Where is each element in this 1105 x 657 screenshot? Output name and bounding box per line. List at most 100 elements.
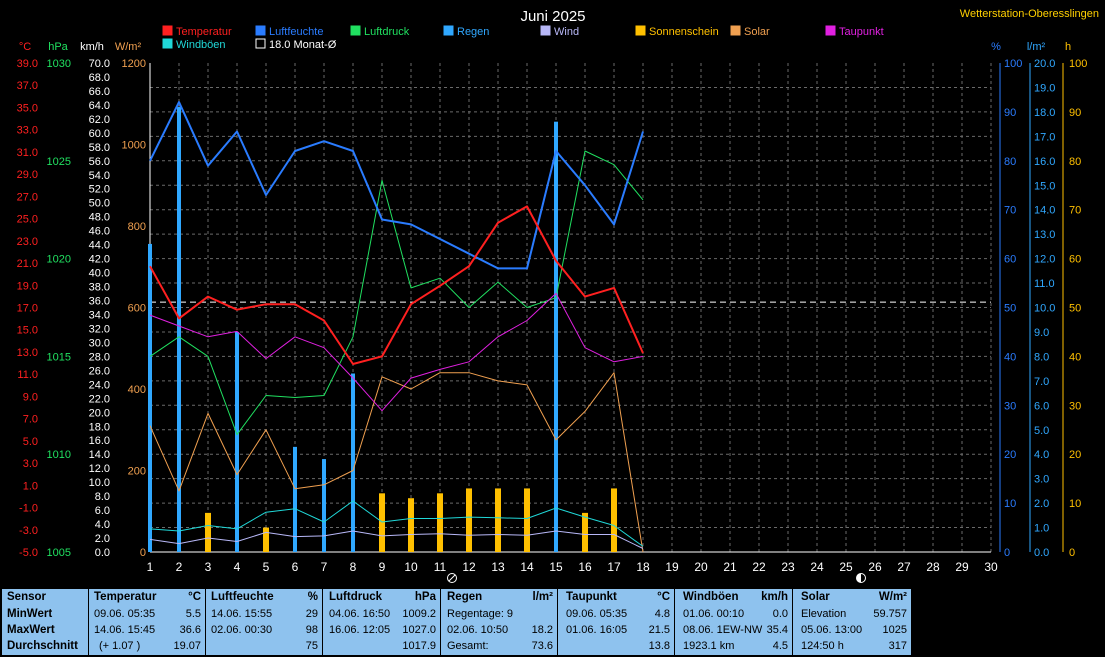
legend-swatch bbox=[162, 38, 173, 49]
rain-tick-label: 19.0 bbox=[1034, 82, 1055, 94]
legend-label: Sonnenschein bbox=[649, 26, 719, 38]
sun-tick-label: 30 bbox=[1069, 400, 1081, 412]
wind-tick-label: 42.0 bbox=[89, 254, 110, 266]
stats-solar-max-time: 05.06. 13:00 bbox=[801, 624, 863, 636]
stats-hum-header: Luftfeuchte bbox=[211, 591, 274, 603]
stats-press-unit: hPa bbox=[414, 591, 436, 603]
rain-tick-label: 13.0 bbox=[1034, 229, 1055, 241]
temp-tick-label: 23.0 bbox=[17, 236, 38, 248]
temp-tick-label: 25.0 bbox=[17, 214, 38, 226]
temp-tick-label: 15.0 bbox=[17, 325, 38, 337]
temp-tick-label: 5.0 bbox=[23, 436, 38, 448]
wind-tick-label: 26.0 bbox=[89, 365, 110, 377]
wind-tick-label: 2.0 bbox=[95, 533, 110, 545]
stats-table: Sensor MinWert MaxWert Durchschnitt Temp… bbox=[0, 587, 1105, 657]
humidity-tick-label: 50 bbox=[1004, 303, 1016, 315]
x-tick-label: 27 bbox=[897, 560, 911, 574]
x-tick-label: 12 bbox=[462, 560, 476, 574]
sun-tick-label: 20 bbox=[1069, 449, 1081, 461]
x-tick-label: 28 bbox=[926, 560, 940, 574]
stats-solar-avg: 317 bbox=[888, 640, 907, 652]
legend-swatch bbox=[825, 25, 836, 36]
stats-label-avg: Durchschnitt bbox=[7, 640, 78, 652]
wind-tick-label: 56.0 bbox=[89, 156, 110, 168]
rain-tick-label: 17.0 bbox=[1034, 131, 1055, 143]
sunshine-bar bbox=[582, 512, 588, 552]
stats-dew-min: 4.8 bbox=[654, 608, 670, 620]
stats-hum-max-time: 02.06. 00:30 bbox=[211, 624, 273, 636]
stats-gust-unit: km/h bbox=[761, 591, 788, 603]
solar-tick-label: 800 bbox=[128, 221, 146, 233]
sunshine-bar bbox=[611, 488, 617, 552]
stats-solar-elev-label: Elevation bbox=[801, 608, 847, 620]
wind-tick-label: 40.0 bbox=[89, 268, 110, 280]
temp-unit-label: °C bbox=[19, 41, 31, 53]
stats-rain-unit: l/m² bbox=[532, 591, 553, 603]
humidity-tick-label: 90 bbox=[1004, 107, 1016, 119]
rain-tick-label: 11.0 bbox=[1034, 278, 1055, 290]
x-tick-label: 9 bbox=[379, 560, 386, 574]
temp-tick-label: 35.0 bbox=[17, 102, 38, 114]
stats-temp-panel: Temperatur °C 09.06. 05:35 5.5 14.06. 15:4… bbox=[89, 589, 206, 655]
solar-tick-label: 0 bbox=[140, 547, 146, 559]
humidity-tick-label: 80 bbox=[1004, 156, 1016, 168]
sun-tick-label: 10 bbox=[1069, 498, 1081, 510]
wind-tick-label: 62.0 bbox=[89, 114, 110, 126]
rain-bar bbox=[148, 243, 152, 552]
pressure-tick-label: 1030 bbox=[47, 58, 71, 70]
stats-press-panel: Luftdruck hPa 04.06. 16:50 1009.2 16.06. 1… bbox=[323, 589, 441, 655]
stats-press-avg: 1017.9 bbox=[402, 640, 436, 652]
wind-tick-label: 38.0 bbox=[89, 282, 110, 294]
wind-tick-label: 60.0 bbox=[89, 128, 110, 140]
rain-tick-label: 12.0 bbox=[1034, 254, 1055, 266]
temp-tick-label: 11.0 bbox=[17, 369, 38, 381]
temp-tick-label: 37.0 bbox=[17, 80, 38, 92]
pressure-unit-label: hPa bbox=[48, 41, 68, 53]
wind-tick-label: 52.0 bbox=[89, 184, 110, 196]
stats-dew-avg: 13.8 bbox=[648, 640, 670, 652]
rain-tick-label: 20.0 bbox=[1034, 58, 1055, 70]
stats-rain-panel: Regen l/m² Regentage: 9 02.06. 10:50 18.2 … bbox=[441, 589, 558, 655]
chart-title: Juni 2025 bbox=[520, 8, 585, 25]
stats-temp-unit: °C bbox=[188, 591, 201, 603]
legend-swatch bbox=[540, 25, 551, 36]
wind-tick-label: 36.0 bbox=[89, 296, 110, 308]
stats-solar-hours: 124:50 h bbox=[801, 640, 844, 652]
sunshine-bar bbox=[466, 488, 472, 552]
sun-tick-label: 40 bbox=[1069, 351, 1081, 363]
wind-unit-label: km/h bbox=[80, 41, 104, 53]
pressure-tick-label: 1015 bbox=[47, 351, 71, 363]
stats-temp-min-time: 09.06. 05:35 bbox=[94, 608, 156, 620]
sun-unit-label: h bbox=[1065, 41, 1071, 53]
legend-swatch bbox=[162, 25, 173, 36]
x-tick-label: 10 bbox=[404, 560, 418, 574]
wind-tick-label: 34.0 bbox=[89, 309, 110, 321]
humidity-tick-label: 30 bbox=[1004, 400, 1016, 412]
solar-tick-label: 1000 bbox=[122, 140, 146, 152]
humidity-tick-label: 100 bbox=[1004, 58, 1022, 70]
x-tick-label: 24 bbox=[810, 560, 824, 574]
rain-tick-label: 18.0 bbox=[1034, 107, 1055, 119]
humidity-tick-label: 40 bbox=[1004, 351, 1016, 363]
rain-bar bbox=[351, 373, 355, 552]
temp-tick-label: 17.0 bbox=[17, 303, 38, 315]
x-tick-label: 30 bbox=[984, 560, 998, 574]
wind-tick-label: 20.0 bbox=[89, 407, 110, 419]
temp-tick-label: 39.0 bbox=[17, 58, 38, 70]
stats-gust-panel: Windböen km/h 01.06. 00:10 0.0 08.06. 1EW-… bbox=[675, 589, 793, 655]
wind-tick-label: 32.0 bbox=[89, 323, 110, 335]
stats-press-min: 1009.2 bbox=[402, 608, 436, 620]
stats-gust-min: 0.0 bbox=[772, 608, 788, 620]
wind-tick-label: 10.0 bbox=[89, 477, 110, 489]
x-tick-label: 23 bbox=[781, 560, 795, 574]
stats-gust-max: 35.4 bbox=[766, 624, 788, 636]
wind-tick-label: 68.0 bbox=[89, 72, 110, 84]
legend-label: Regen bbox=[457, 26, 489, 38]
sunshine-bar bbox=[495, 488, 501, 552]
stats-label-min: MinWert bbox=[7, 608, 53, 620]
legend-swatch bbox=[635, 25, 646, 36]
stats-solar-header: Solar bbox=[801, 591, 830, 603]
rain-unit-label: l/m² bbox=[1027, 41, 1046, 53]
temp-tick-label: 1.0 bbox=[23, 480, 38, 492]
sun-tick-label: 90 bbox=[1069, 107, 1081, 119]
